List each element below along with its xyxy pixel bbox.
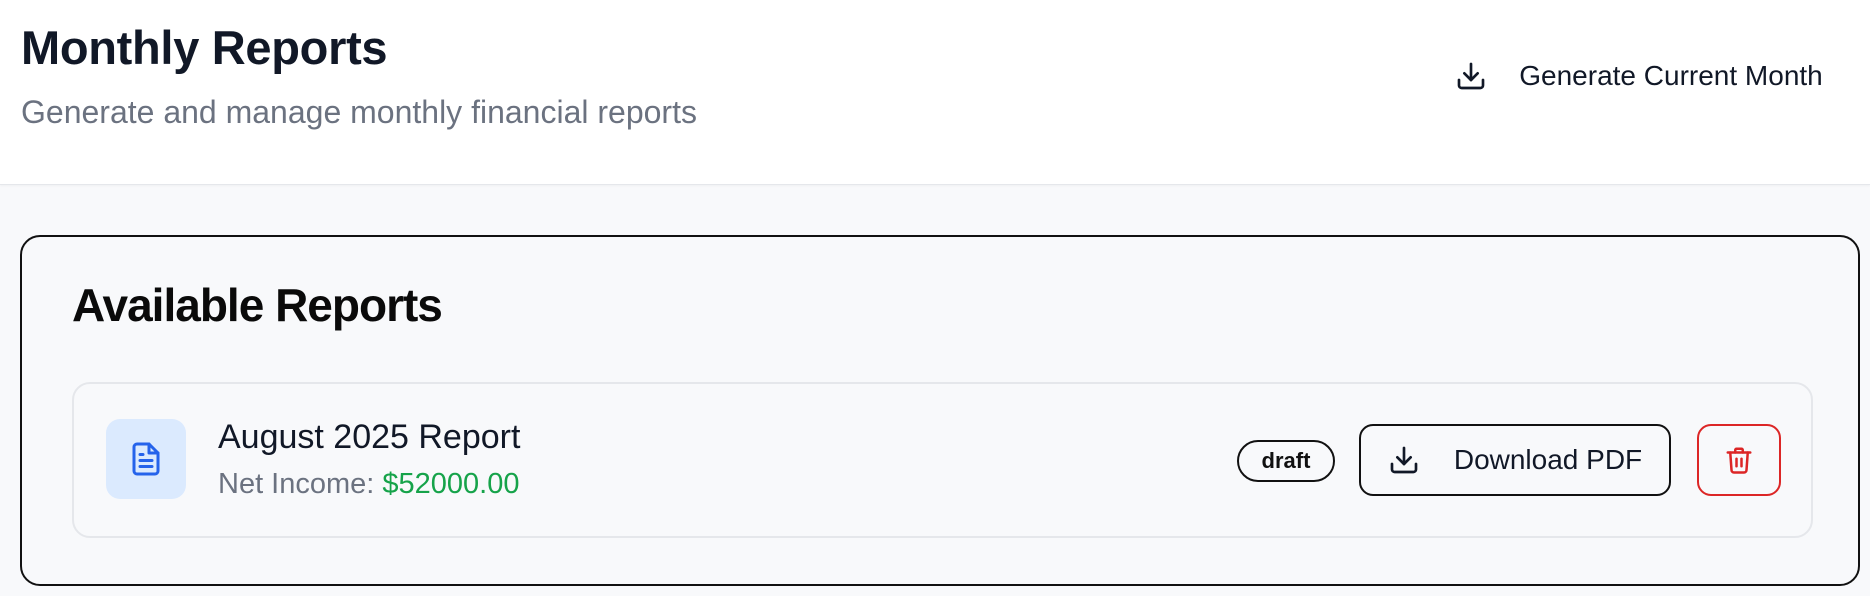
net-income-value: $52000.00 (382, 468, 520, 500)
download-pdf-label: Download PDF (1453, 444, 1643, 475)
section-title: Available Reports (72, 279, 443, 331)
trash-icon (1724, 445, 1754, 475)
download-pdf-button[interactable]: Download PDF (1359, 424, 1671, 496)
net-income: Net Income: $52000.00 (218, 466, 520, 502)
delete-report-button[interactable] (1697, 424, 1781, 496)
generate-button-label: Generate Current Month (1519, 60, 1823, 91)
page-title: Monthly Reports (21, 21, 388, 74)
status-badge: draft (1237, 440, 1335, 482)
download-icon (1455, 60, 1487, 92)
download-icon (1388, 444, 1420, 476)
available-reports-card: Available Reports August 2025 Report Net… (20, 235, 1860, 586)
document-icon (106, 419, 186, 499)
generate-current-month-button[interactable]: Generate Current Month (1424, 48, 1854, 104)
report-row: August 2025 Report Net Income: $52000.00… (72, 382, 1813, 538)
report-name: August 2025 Report (218, 418, 521, 456)
page-subtitle: Generate and manage monthly financial re… (21, 94, 697, 130)
page-header: Monthly Reports Generate and manage mont… (0, 0, 1870, 185)
net-income-label: Net Income: (218, 468, 375, 500)
